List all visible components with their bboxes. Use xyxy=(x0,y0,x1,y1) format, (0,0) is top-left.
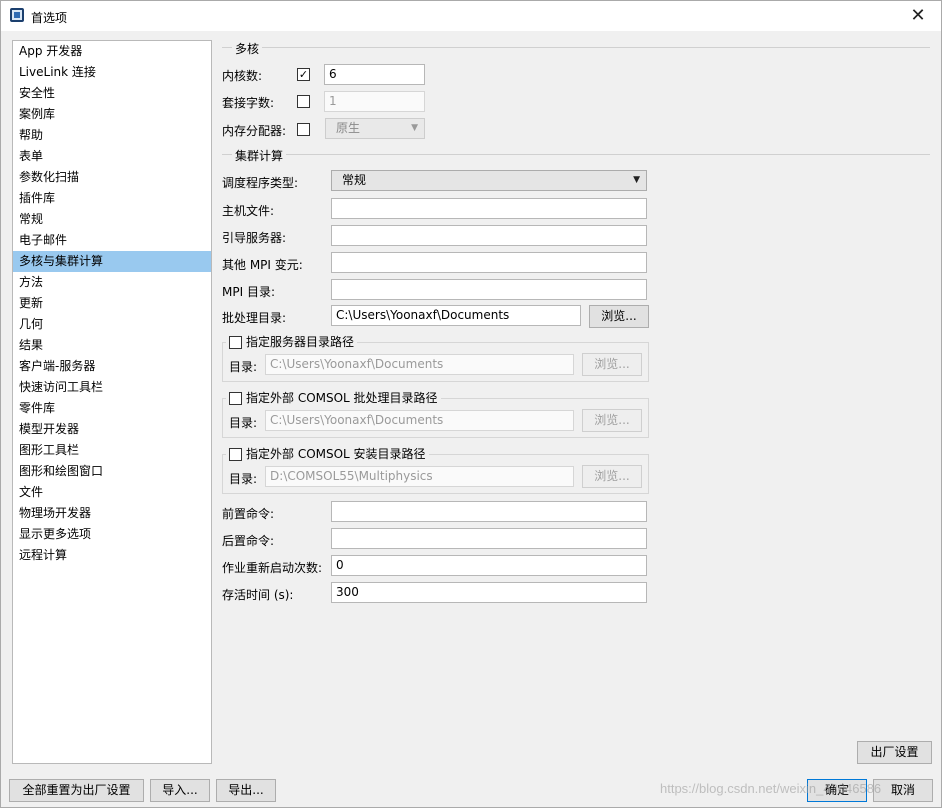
chevron-down-icon: ▼ xyxy=(633,175,640,185)
nav-item[interactable]: 结果 xyxy=(13,335,211,356)
ext-install-dir-checkbox[interactable] xyxy=(229,448,242,461)
server-dir-browse-button[interactable]: 浏览... xyxy=(582,353,642,376)
nav-item[interactable]: 帮助 xyxy=(13,125,211,146)
reset-all-button[interactable]: 全部重置为出厂设置 xyxy=(9,779,144,802)
mpi-dir-label: MPI 目录: xyxy=(222,285,275,299)
post-command-label: 后置命令: xyxy=(222,534,275,548)
mpi-args-label: 其他 MPI 变元: xyxy=(222,258,303,272)
cluster-divider xyxy=(222,154,930,155)
ext-batch-dir-input[interactable]: C:\Users\Yoonaxf\Documents xyxy=(265,410,574,431)
ext-install-dir-label: 目录: xyxy=(229,472,258,486)
mpi-dir-input[interactable] xyxy=(331,279,647,300)
watermark-text: https://blog.csdn.net/weixin_43046586 xyxy=(660,781,882,796)
ext-install-dir-browse-button[interactable]: 浏览... xyxy=(582,465,642,488)
preferences-nav-list[interactable]: App 开发器 LiveLink 连接 安全性 案例库 帮助 表单 参数化扫描 插件库 常规 电子… xyxy=(12,40,212,764)
boot-server-input[interactable] xyxy=(331,225,647,246)
import-button[interactable]: 导入... xyxy=(150,779,210,802)
cluster-section-title: 集群计算 xyxy=(232,147,287,164)
chevron-down-icon: ▼ xyxy=(411,123,418,133)
server-dir-input[interactable]: C:\Users\Yoonaxf\Documents xyxy=(265,354,574,375)
post-command-input[interactable] xyxy=(331,528,647,549)
nav-item[interactable]: 物理场开发器 xyxy=(13,503,211,524)
alloc-select-value: 原生 xyxy=(336,121,361,135)
boot-server-label: 引导服务器: xyxy=(222,231,287,245)
window-title: 首选项 xyxy=(31,11,68,25)
server-dir-title: 指定服务器目录路径 xyxy=(246,335,355,349)
server-dir-label: 目录: xyxy=(229,360,258,374)
nav-item[interactable]: 几何 xyxy=(13,314,211,335)
batch-dir-label: 批处理目录: xyxy=(222,311,287,325)
sockets-input[interactable]: 1 xyxy=(324,91,425,112)
alive-time-input[interactable]: 300 xyxy=(331,582,647,603)
server-dir-title-row: 指定服务器目录路径 xyxy=(226,333,358,350)
scheduler-select[interactable]: 常规 ▼ xyxy=(331,170,647,191)
nav-item[interactable]: 多核与集群计算 xyxy=(13,251,211,272)
multicore-divider xyxy=(222,47,930,48)
restart-count-input[interactable]: 0 xyxy=(331,555,647,576)
server-dir-checkbox[interactable] xyxy=(229,336,242,349)
batch-dir-input[interactable]: C:\Users\Yoonaxf\Documents xyxy=(331,305,581,326)
nav-item[interactable]: 快速访问工具栏 xyxy=(13,377,211,398)
nav-item[interactable]: 案例库 xyxy=(13,104,211,125)
pre-command-input[interactable] xyxy=(331,501,647,522)
nav-item[interactable]: 远程计算 xyxy=(13,545,211,566)
host-file-input[interactable] xyxy=(331,198,647,219)
host-file-label: 主机文件: xyxy=(222,204,275,218)
nav-item[interactable]: 图形工具栏 xyxy=(13,440,211,461)
title-bar: 首选项 ✕ xyxy=(0,0,942,31)
nav-item[interactable]: 安全性 xyxy=(13,83,211,104)
cores-input[interactable]: 6 xyxy=(324,64,425,85)
ext-install-dir-input[interactable]: D:\COMSOL55\Multiphysics xyxy=(265,466,574,487)
nav-item[interactable]: 文件 xyxy=(13,482,211,503)
sockets-label: 套接字数: xyxy=(222,96,275,110)
ext-install-dir-title-row: 指定外部 COMSOL 安装目录路径 xyxy=(226,445,429,462)
ext-batch-dir-checkbox[interactable] xyxy=(229,392,242,405)
mpi-args-input[interactable] xyxy=(331,252,647,273)
nav-item[interactable]: 零件库 xyxy=(13,398,211,419)
nav-item[interactable]: 方法 xyxy=(13,272,211,293)
nav-item[interactable]: 表单 xyxy=(13,146,211,167)
app-icon xyxy=(10,8,24,22)
nav-item[interactable]: 电子邮件 xyxy=(13,230,211,251)
factory-settings-button[interactable]: 出厂设置 xyxy=(857,741,932,764)
nav-item[interactable]: 插件库 xyxy=(13,188,211,209)
pre-command-label: 前置命令: xyxy=(222,507,275,521)
nav-item[interactable]: 参数化扫描 xyxy=(13,167,211,188)
alive-time-label: 存活时间 (s): xyxy=(222,588,294,602)
nav-item[interactable]: 图形和绘图窗口 xyxy=(13,461,211,482)
cores-label: 内核数: xyxy=(222,69,263,83)
ext-batch-dir-browse-button[interactable]: 浏览... xyxy=(582,409,642,432)
alloc-checkbox[interactable] xyxy=(297,123,310,136)
ext-batch-dir-title-row: 指定外部 COMSOL 批处理目录路径 xyxy=(226,389,441,406)
nav-item[interactable]: 更新 xyxy=(13,293,211,314)
alloc-select[interactable]: 原生 ▼ xyxy=(325,118,425,139)
cores-checkbox[interactable]: ✓ xyxy=(297,68,310,81)
scheduler-label: 调度程序类型: xyxy=(222,176,299,190)
nav-item[interactable]: 常规 xyxy=(13,209,211,230)
nav-item[interactable]: 客户端-服务器 xyxy=(13,356,211,377)
multicore-section-title: 多核 xyxy=(232,40,263,57)
ext-install-dir-title: 指定外部 COMSOL 安装目录路径 xyxy=(246,447,426,461)
scheduler-select-value: 常规 xyxy=(342,173,367,187)
sockets-checkbox[interactable] xyxy=(297,95,310,108)
ext-batch-dir-title: 指定外部 COMSOL 批处理目录路径 xyxy=(246,391,438,405)
nav-item[interactable]: 模型开发器 xyxy=(13,419,211,440)
close-icon[interactable]: ✕ xyxy=(895,1,941,31)
batch-dir-browse-button[interactable]: 浏览... xyxy=(589,305,649,328)
restart-count-label: 作业重新启动次数: xyxy=(222,561,323,575)
export-button[interactable]: 导出... xyxy=(216,779,276,802)
cancel-button[interactable]: 取消 xyxy=(873,779,933,802)
nav-item[interactable]: App 开发器 xyxy=(13,41,211,62)
nav-item[interactable]: LiveLink 连接 xyxy=(13,62,211,83)
nav-item[interactable]: 显示更多选项 xyxy=(13,524,211,545)
ext-batch-dir-label: 目录: xyxy=(229,416,258,430)
alloc-label: 内存分配器: xyxy=(222,124,287,138)
